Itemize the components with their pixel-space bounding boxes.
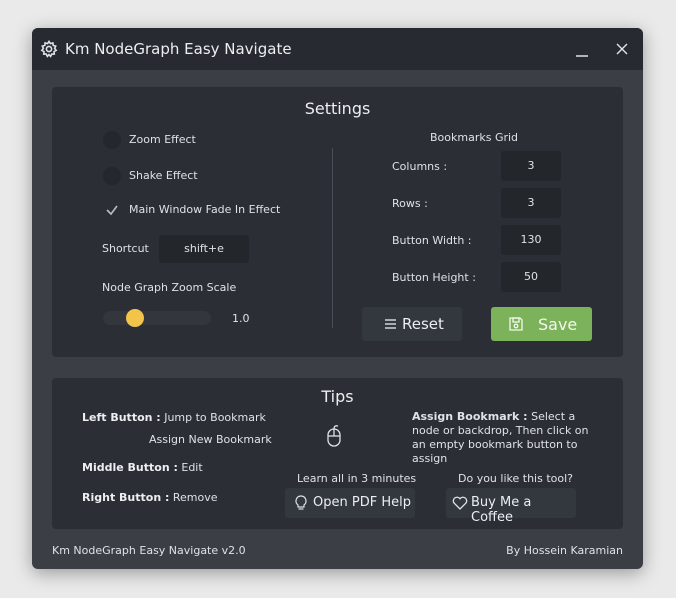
zoom-effect-label: Zoom Effect: [129, 133, 196, 146]
button-width-input[interactable]: 130: [501, 225, 561, 255]
tips-panel: Tips Left Button : Jump to Bookmark Assi…: [52, 378, 623, 529]
buy-me-a-coffee-label: Buy Me a Coffee: [471, 495, 532, 525]
columns-label: Columns :: [392, 160, 448, 173]
button-height-input[interactable]: 50: [501, 262, 561, 292]
zoom-scale-slider-handle[interactable]: [125, 309, 144, 327]
zoom-scale-slider[interactable]: [103, 311, 211, 325]
list-icon: [383, 316, 399, 332]
tip-middle-button: Middle Button : Edit: [82, 461, 203, 474]
shake-effect-label: Shake Effect: [129, 169, 198, 182]
tip-left-button-extra: Assign New Bookmark: [149, 433, 272, 446]
button-height-label: Button Height :: [392, 271, 476, 284]
rows-input[interactable]: 3: [501, 188, 561, 218]
title-bar[interactable]: Km NodeGraph Easy Navigate: [32, 28, 643, 70]
like-caption: Do you like this tool?: [458, 472, 573, 485]
shortcut-input[interactable]: shift+e: [159, 235, 249, 263]
shake-effect-radio[interactable]: [103, 167, 121, 185]
bookmarks-grid-title: Bookmarks Grid: [430, 131, 519, 144]
settings-title: Settings: [304, 99, 371, 118]
reset-button[interactable]: Reset: [362, 307, 462, 341]
close-icon: [616, 43, 628, 55]
open-pdf-help-button[interactable]: Open PDF Help: [285, 488, 415, 518]
button-width-label: Button Width :: [392, 234, 472, 247]
version-text: Km NodeGraph Easy Navigate v2.0: [52, 544, 246, 557]
rows-label: Rows :: [392, 197, 428, 210]
main-window: Km NodeGraph Easy Navigate Settings Zoom…: [32, 28, 643, 569]
zoom-effect-radio[interactable]: [103, 131, 121, 149]
save-label: Save: [538, 315, 578, 334]
window-title: Km NodeGraph Easy Navigate: [65, 40, 292, 58]
mouse-icon: [326, 425, 342, 453]
tip-left-button: Left Button : Jump to Bookmark: [82, 411, 266, 424]
minimize-icon: [576, 55, 588, 57]
save-button[interactable]: Save: [491, 307, 592, 341]
zoom-scale-value: 1.0: [232, 312, 250, 325]
minimize-button[interactable]: [569, 36, 595, 62]
settings-panel: Settings Zoom Effect Shake Effect Main W…: [52, 87, 623, 357]
tip-right-button: Right Button : Remove: [82, 491, 218, 504]
gear-icon: [39, 39, 59, 59]
close-button[interactable]: [609, 36, 635, 62]
heart-icon: [452, 496, 468, 514]
open-pdf-help-label: Open PDF Help: [313, 495, 411, 510]
shortcut-label: Shortcut: [102, 242, 149, 255]
buy-me-a-coffee-button[interactable]: Buy Me a Coffee: [446, 488, 576, 525]
zoom-scale-label: Node Graph Zoom Scale: [102, 281, 237, 294]
reset-label: Reset: [402, 315, 444, 333]
tip-assign-bookmark: Assign Bookmark : Select a node or backd…: [412, 410, 589, 465]
lightbulb-icon: [294, 495, 308, 515]
learn-caption: Learn all in 3 minutes: [297, 472, 417, 485]
settings-divider: [332, 148, 333, 328]
checkmark-icon: [106, 205, 118, 216]
floppy-disk-icon: [508, 316, 524, 332]
columns-input[interactable]: 3: [501, 151, 561, 181]
fade-in-label: Main Window Fade In Effect: [129, 203, 281, 216]
tips-title: Tips: [321, 387, 354, 406]
fade-in-checkbox[interactable]: [103, 201, 121, 219]
author-text: By Hossein Karamian: [506, 544, 623, 557]
